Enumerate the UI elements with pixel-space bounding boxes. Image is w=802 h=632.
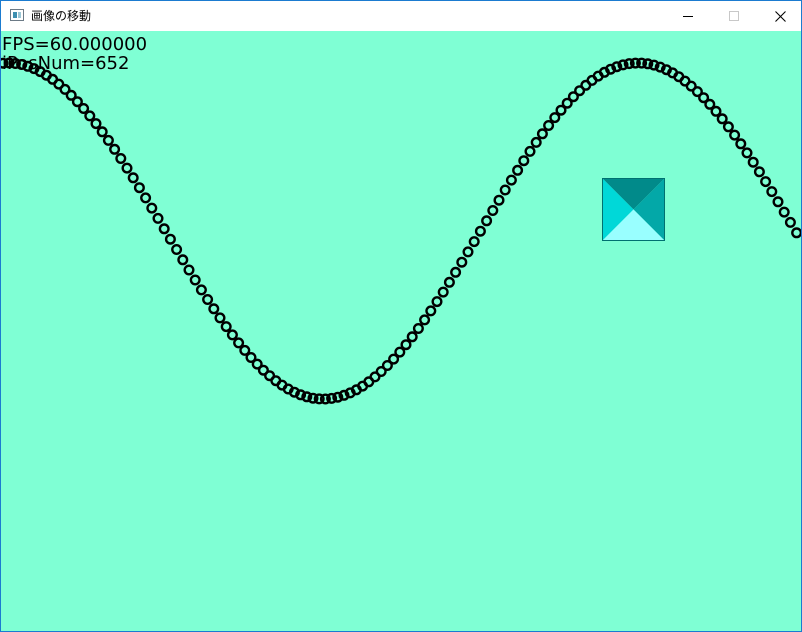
fps-readout: FPS=60.000000 — [2, 34, 148, 55]
trail-dot — [505, 174, 517, 186]
trail-dot — [753, 166, 765, 178]
trail-dot — [158, 223, 170, 235]
trail-dot — [419, 314, 431, 326]
game-scene — [1, 57, 801, 405]
app-window: 画像の移動 FPS=60.000000 iPosNum=652 — [0, 0, 802, 632]
trail-dot — [164, 233, 176, 245]
trail-dot — [766, 186, 778, 198]
trail-dot — [710, 105, 722, 117]
position-readout: iPosNum=652 — [2, 53, 130, 74]
maximize-button[interactable] — [711, 1, 757, 31]
trail-dot — [84, 110, 96, 122]
trail-dot — [233, 337, 245, 349]
trail-dot — [747, 156, 759, 168]
trail-dot — [189, 274, 201, 286]
trail-dot — [487, 204, 499, 216]
trail-dot — [735, 138, 747, 150]
trail-dot — [450, 266, 462, 278]
trail-dot — [406, 331, 418, 343]
trail-dot — [152, 212, 164, 224]
trail-dot — [183, 264, 195, 276]
trail-dot — [195, 284, 207, 296]
trail-dot — [536, 128, 548, 140]
trail-dot — [431, 296, 443, 308]
trail-dot — [772, 196, 784, 208]
trail-dot — [456, 256, 468, 268]
trail-dot — [791, 227, 801, 239]
trail-dot — [722, 121, 734, 133]
app-icon[interactable] — [10, 9, 24, 21]
trail-dot — [784, 216, 796, 228]
trail-dot — [127, 172, 139, 184]
trail-dot — [499, 184, 511, 196]
trail-dot — [493, 194, 505, 206]
trail-dot — [741, 147, 753, 159]
trail-dot — [530, 136, 542, 148]
trail-dot — [140, 192, 152, 204]
trail-dot — [146, 202, 158, 214]
window-title: 画像の移動 — [31, 9, 92, 23]
trail-dot — [760, 176, 772, 188]
trail-dot — [202, 294, 214, 306]
minimize-button[interactable] — [665, 1, 711, 31]
trail-dot — [425, 305, 437, 317]
trail-dot — [133, 182, 145, 194]
trail-dot — [115, 152, 127, 164]
maximize-icon — [729, 11, 739, 21]
trail-dot — [177, 254, 189, 266]
minimize-icon — [683, 16, 693, 17]
trail-dot — [462, 246, 474, 258]
trail-dot — [512, 164, 524, 176]
trail-dot — [400, 339, 412, 351]
close-button[interactable] — [757, 1, 802, 31]
moving-sprite — [602, 178, 665, 241]
trail-dot — [524, 145, 536, 157]
trail-dot — [226, 329, 238, 341]
trail-dot — [214, 312, 226, 324]
trail-dot — [208, 303, 220, 315]
trail-dot — [220, 321, 232, 333]
trail-dot — [716, 113, 728, 125]
trail-dot — [102, 134, 114, 146]
close-icon — [775, 11, 786, 22]
trail-dot — [90, 118, 102, 130]
trail-dot — [778, 206, 790, 218]
trail-dot — [171, 243, 183, 255]
game-canvas[interactable]: FPS=60.000000 iPosNum=652 — [1, 31, 801, 631]
title-bar[interactable]: 画像の移動 — [1, 1, 801, 31]
trail-dot — [96, 126, 108, 138]
trail-dot — [443, 276, 455, 288]
trail-dot — [543, 119, 555, 131]
trail-dot — [729, 129, 741, 141]
trail-dot — [474, 225, 486, 237]
trail-dot — [437, 286, 449, 298]
trail-dots — [1, 57, 801, 405]
trail-dot — [518, 155, 530, 167]
trail-dot — [481, 215, 493, 227]
trail-dot — [121, 162, 133, 174]
trail-dot — [412, 323, 424, 335]
trail-dot — [468, 236, 480, 248]
trail-dot — [109, 143, 121, 155]
